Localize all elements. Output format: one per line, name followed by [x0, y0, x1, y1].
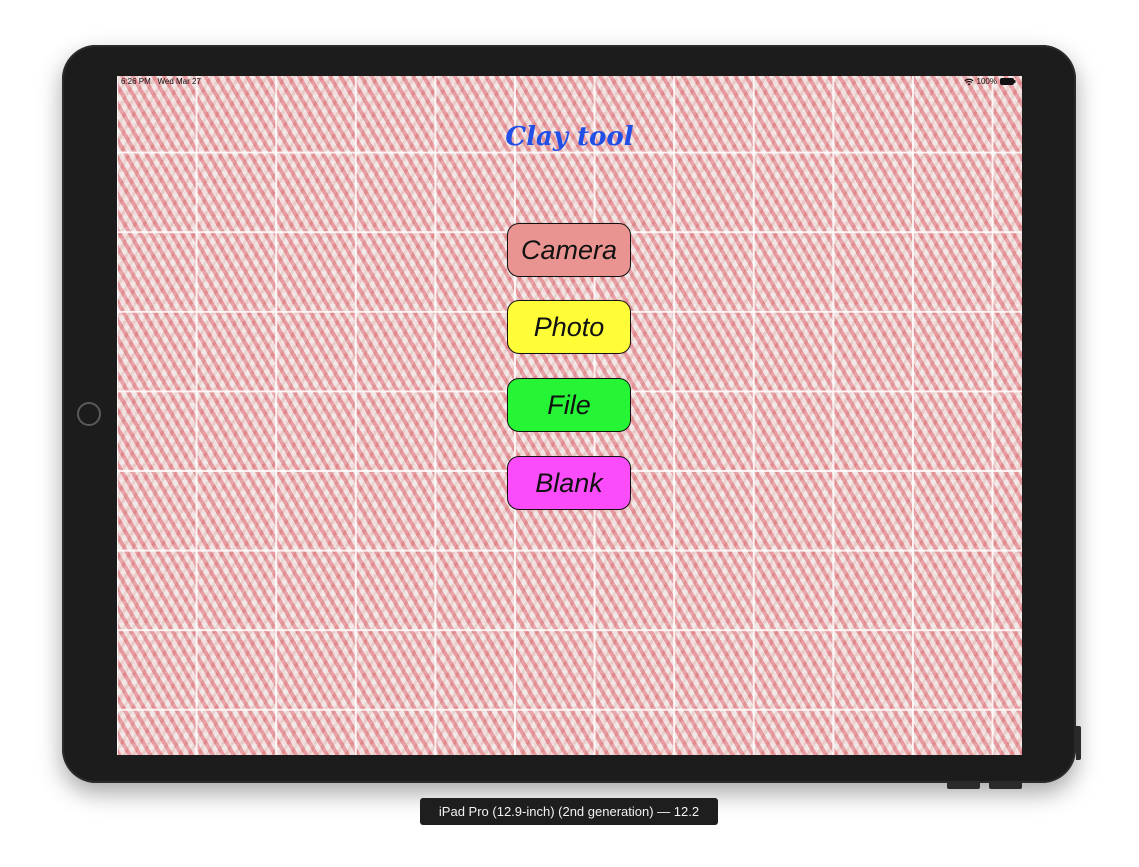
wifi-icon: [963, 78, 974, 86]
home-button[interactable]: [77, 402, 101, 426]
side-button[interactable]: [1076, 726, 1081, 760]
camera-button[interactable]: Camera: [507, 223, 631, 277]
status-bar: 6:26 PM Wed Mar 27 100%: [117, 76, 1022, 88]
blank-button[interactable]: Blank: [507, 456, 631, 510]
battery-icon: [1000, 78, 1016, 85]
simulator-device-label: iPad Pro (12.9-inch) (2nd generation) — …: [420, 798, 718, 825]
status-date: Wed Mar 27: [157, 77, 201, 86]
app-screen: 6:26 PM Wed Mar 27 100% Clay tool Camera: [117, 76, 1022, 755]
volume-up-button[interactable]: [947, 783, 980, 789]
app-title: Clay tool: [505, 122, 634, 152]
status-left: 6:26 PM Wed Mar 27: [121, 77, 201, 86]
volume-down-button[interactable]: [989, 783, 1022, 789]
status-time: 6:26 PM: [121, 77, 151, 86]
file-button[interactable]: File: [507, 378, 631, 432]
status-right: 100%: [963, 77, 1016, 86]
battery-percent: 100%: [976, 77, 997, 86]
photo-button[interactable]: Photo: [507, 300, 631, 354]
